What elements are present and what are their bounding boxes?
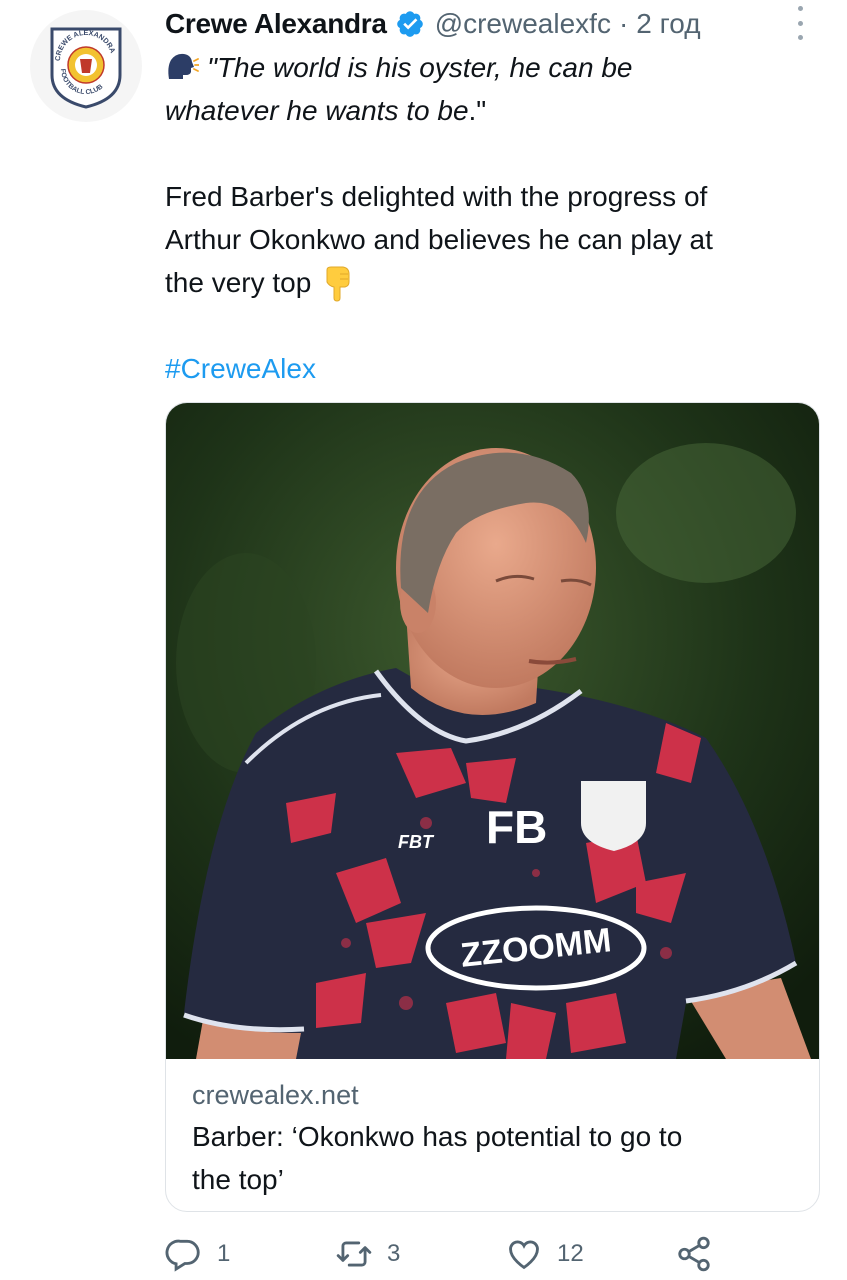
card-domain: crewealex.net [192,1080,359,1110]
account-display-name[interactable]: Crewe Alexandra [165,8,387,40]
crewe-alexandra-crest-icon: CREWE ALEXANDRA FOOTBALL CLUB [50,27,122,109]
tweet-timestamp[interactable]: 2 год [636,8,700,40]
pointing-down-icon [326,266,350,302]
tweet-text: "The world is his oyster, he can be what… [165,46,805,390]
quote-line-2-tail: ." [468,95,487,126]
account-handle[interactable]: @crewealexfc [435,8,611,40]
share-icon [678,1236,710,1272]
reply-button[interactable]: 1 [165,1230,230,1278]
link-preview-card[interactable]: ZZOOMM FB FBT crewealex.net Barber: ‘Oko… [165,402,820,1212]
retweet-button[interactable]: 3 [335,1230,400,1278]
card-title-line-2: the top’ [192,1164,284,1195]
verified-badge-icon [396,11,423,37]
quote-line-2: whatever he wants to be." [165,89,805,132]
hashtag-link[interactable]: #CreweAlex [165,353,316,384]
body-line-3-text: the very top [165,267,312,298]
share-button[interactable] [675,1230,713,1278]
tweet-header: Crewe Alexandra @crewealexfc · 2 год [165,4,805,44]
photo-man-in-training-shirt[interactable]: ZZOOMM FB FBT [166,403,820,1059]
heart-icon [509,1240,539,1270]
quote-line-2-italic: whatever he wants to be [165,95,469,126]
like-count: 12 [557,1240,584,1267]
reply-count: 1 [217,1240,231,1267]
shirt-initials-text: FB [486,801,547,853]
body-line-1: Fred Barber's delighted with the progres… [165,181,708,212]
retweet-icon [336,1241,372,1267]
shirt-maker-text: FBT [398,832,435,852]
link-card-info: crewealex.net Barber: ‘Okonkwo has poten… [192,1075,802,1201]
tweet-action-bar: 1 3 12 [165,1230,725,1278]
body-line-3: the very top [165,261,805,304]
account-avatar[interactable]: CREWE ALEXANDRA FOOTBALL CLUB [30,10,142,122]
quote-line-1: "The world is his oyster, he can be [165,46,805,89]
more-options-icon[interactable] [795,6,805,40]
retweet-count: 3 [387,1240,401,1267]
body-line-2: Arthur Okonkwo and believes he can play … [165,224,713,255]
speaking-head-icon [168,53,199,79]
card-title-line-1: Barber: ‘Okonkwo has potential to go to [192,1121,683,1152]
like-button[interactable]: 12 [505,1230,584,1278]
reply-icon [165,1239,200,1272]
quote-line-1-text: "The world is his oyster, he can be [207,52,633,83]
time-separator: · [618,8,629,39]
